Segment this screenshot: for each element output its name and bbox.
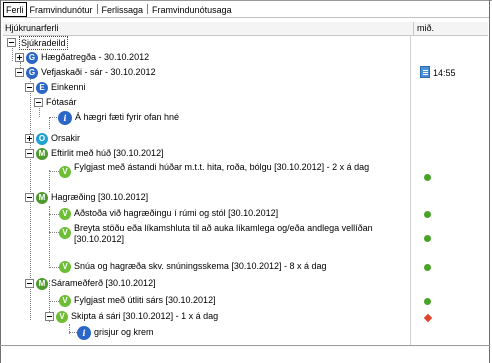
info-icon: i (77, 326, 91, 340)
column-header-name[interactable]: Hjúkrunarferli (5, 22, 59, 35)
tree-item-label[interactable]: Hægðatregða - 30.10.2012 (41, 51, 149, 63)
task-icon: V (59, 166, 71, 178)
tree-row[interactable]: i grisjur og krem (3, 325, 488, 340)
tree-item-label[interactable]: Einkenni (51, 81, 86, 93)
task-icon: V (56, 311, 68, 323)
tab-framvindunotusaga[interactable]: Framvindunótusaga (149, 2, 235, 17)
tree-row[interactable]: M Sárameðferð [30.10.2012] (3, 277, 488, 291)
tree-row[interactable]: M Hagræðing [30.10.2012] (3, 191, 488, 205)
tree-row[interactable]: E Einkenni (3, 81, 488, 95)
status-ok-icon (424, 264, 431, 271)
measure-icon: M (36, 278, 48, 290)
tree-row[interactable]: V Aðstoða við hagræðingu í rúmi og stól … (3, 207, 488, 221)
status-ok-icon (424, 211, 431, 218)
tree-item-label[interactable]: Sárameðferð [30.10.2012] (51, 277, 156, 289)
tab-separator (147, 4, 149, 14)
tree-row[interactable]: V Skipta á sári [30.10.2012] - 1 x á dag (3, 310, 488, 324)
tree-row[interactable]: O Orsakir (3, 132, 488, 146)
info-icon: i (58, 111, 72, 125)
symptoms-icon: E (36, 82, 48, 94)
goal-icon: G (26, 67, 38, 79)
causes-icon: O (36, 133, 48, 145)
document-icon[interactable] (420, 66, 430, 78)
status-ok-icon (424, 235, 431, 242)
tab-bar: Ferli Framvindunótur Ferlissaga Framvind… (3, 2, 235, 17)
tree-item-label[interactable]: Breyta stöðu eða líkamshluta til að auka… (74, 223, 404, 245)
expander-expanded[interactable] (45, 312, 54, 321)
tree-row[interactable]: M Eftirlit með húð [30.10.2012] (3, 147, 488, 161)
tree-row[interactable]: Fótasár (3, 96, 488, 110)
tree-row[interactable]: G Hægðatregða - 30.10.2012 (3, 51, 488, 65)
tree-item-label[interactable]: Skipta á sári [30.10.2012] - 1 x á dag (71, 310, 218, 322)
column-header-mid[interactable]: mið. (417, 22, 434, 35)
measure-icon: M (36, 148, 48, 160)
tree-item-label[interactable]: Vefjaskaði - sár - 30.10.2012 (41, 66, 156, 78)
tab-ferlissaga[interactable]: Ferlissaga (99, 2, 147, 17)
tree-header: Hjúkrunarferli mið. (3, 22, 488, 36)
expander-expanded[interactable] (25, 193, 34, 202)
tree-item-label[interactable]: Snúa og hagræða skv. snúningsskema [30.1… (74, 260, 327, 272)
expander-expanded[interactable] (25, 279, 34, 288)
left-border (0, 0, 1, 363)
tree-item-label[interactable]: Aðstoða við hagræðingu í rúmi og stól [3… (74, 207, 278, 219)
tree-row-root[interactable]: Sjúkradeild (3, 36, 488, 50)
right-border (489, 0, 490, 363)
care-plan-tree: Sjúkradeild G Hægðatregða - 30.10.2012 G… (3, 36, 488, 345)
tree-item-label[interactable]: Sjúkradeild (19, 36, 68, 50)
tree-row[interactable]: V Breyta stöðu eða líkamshluta til að au… (3, 223, 488, 259)
tree-item-label[interactable]: grisjur og krem (94, 325, 154, 339)
expander-collapsed[interactable] (15, 53, 24, 62)
status-alert-icon (423, 313, 433, 323)
tab-ferli[interactable]: Ferli (3, 2, 27, 17)
tree-row[interactable]: V Fylgjast með ástandi húðar m.t.t. hita… (3, 162, 488, 188)
tree-item-label[interactable]: Fótasár (46, 96, 77, 108)
tree-row[interactable]: V Snúa og hagræða skv. snúningsskema [30… (3, 260, 488, 274)
tree-item-label[interactable]: Fylgjast með útliti sárs [30.10.2012] (74, 294, 216, 306)
task-icon: V (59, 208, 71, 220)
tree-item-label[interactable]: Á hægri fæti fyrir ofan hné (75, 110, 179, 124)
task-icon: V (59, 295, 71, 307)
tree-row[interactable]: i Á hægri fæti fyrir ofan hné (3, 110, 488, 125)
tree-item-label[interactable]: Orsakir (51, 132, 80, 144)
entry-time: 14:55 (433, 68, 456, 78)
bottom-border (0, 345, 490, 346)
expander-expanded[interactable] (25, 149, 34, 158)
task-icon: V (59, 261, 71, 273)
expander-expanded[interactable] (34, 98, 43, 107)
expander-expanded[interactable] (15, 68, 24, 77)
care-plan-panel: Ferli Framvindunótur Ferlissaga Framvind… (0, 0, 492, 363)
status-ok-icon (424, 174, 431, 181)
tree-row[interactable]: G Vefjaskaði - sár - 30.10.2012 14:55 (3, 66, 488, 80)
top-border (0, 0, 492, 1)
task-icon: V (59, 227, 71, 239)
expander-collapsed[interactable] (25, 134, 34, 143)
column-divider[interactable] (413, 22, 414, 35)
tree-row[interactable]: V Fylgjast með útliti sárs [30.10.2012] (3, 294, 488, 308)
tree-item-label[interactable]: Hagræðing [30.10.2012] (51, 191, 148, 203)
tree-item-label[interactable]: Eftirlit með húð [30.10.2012] (51, 147, 164, 159)
measure-icon: M (36, 192, 48, 204)
expander-expanded[interactable] (7, 38, 16, 47)
goal-icon: G (26, 52, 38, 64)
status-ok-icon (424, 298, 431, 305)
tab-framvindunotur[interactable]: Framvindunótur (27, 2, 96, 17)
tree-item-label[interactable]: Fylgjast með ástandi húðar m.t.t. hita, … (74, 162, 384, 173)
tab-separator (96, 4, 98, 14)
tabstrip-divider (3, 17, 489, 18)
expander-expanded[interactable] (25, 83, 34, 92)
